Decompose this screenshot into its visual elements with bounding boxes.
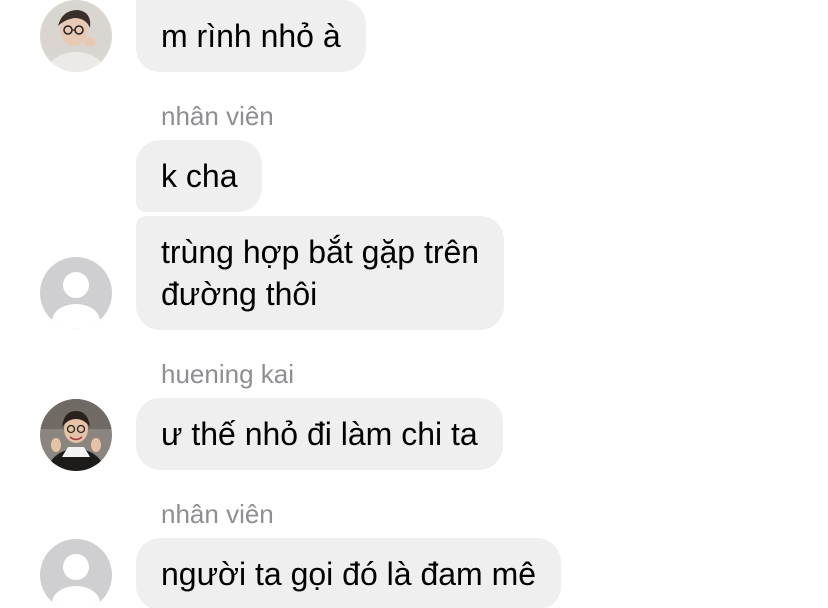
message-text-line: đường thôi [161, 276, 318, 312]
default-person-icon [40, 257, 112, 329]
user-avatar-photo[interactable] [40, 399, 112, 471]
message-bubble[interactable]: ư thế nhỏ đi làm chi ta [136, 398, 503, 470]
message-bubble[interactable]: trùng hợp bắt gặp trên đường thôi [136, 216, 505, 330]
avatar-photo-icon [40, 0, 112, 72]
message-text: m rình nhỏ à [161, 18, 341, 54]
message-text-line: trùng hợp bắt gặp trên [161, 234, 480, 270]
chat-thread: m rình nhỏ à nhân viên k cha trùng hợp b… [0, 0, 828, 608]
message-text: k cha [161, 158, 238, 194]
sender-name: huening kai [161, 359, 294, 389]
message-bubble[interactable]: m rình nhỏ à [136, 0, 366, 72]
avatar-photo-icon [40, 399, 112, 471]
user-avatar-photo[interactable] [40, 0, 112, 72]
sender-name: nhân viên [161, 101, 274, 131]
message-text: người ta gọi đó là đam mê [161, 556, 537, 592]
user-avatar-placeholder[interactable] [40, 539, 112, 608]
default-person-icon [40, 539, 112, 608]
message-text: ư thế nhỏ đi làm chi ta [161, 416, 478, 452]
sender-name: nhân viên [161, 499, 274, 529]
message-bubble[interactable]: k cha [136, 140, 263, 212]
user-avatar-placeholder[interactable] [40, 257, 112, 329]
message-bubble[interactable]: người ta gọi đó là đam mê [136, 538, 562, 608]
